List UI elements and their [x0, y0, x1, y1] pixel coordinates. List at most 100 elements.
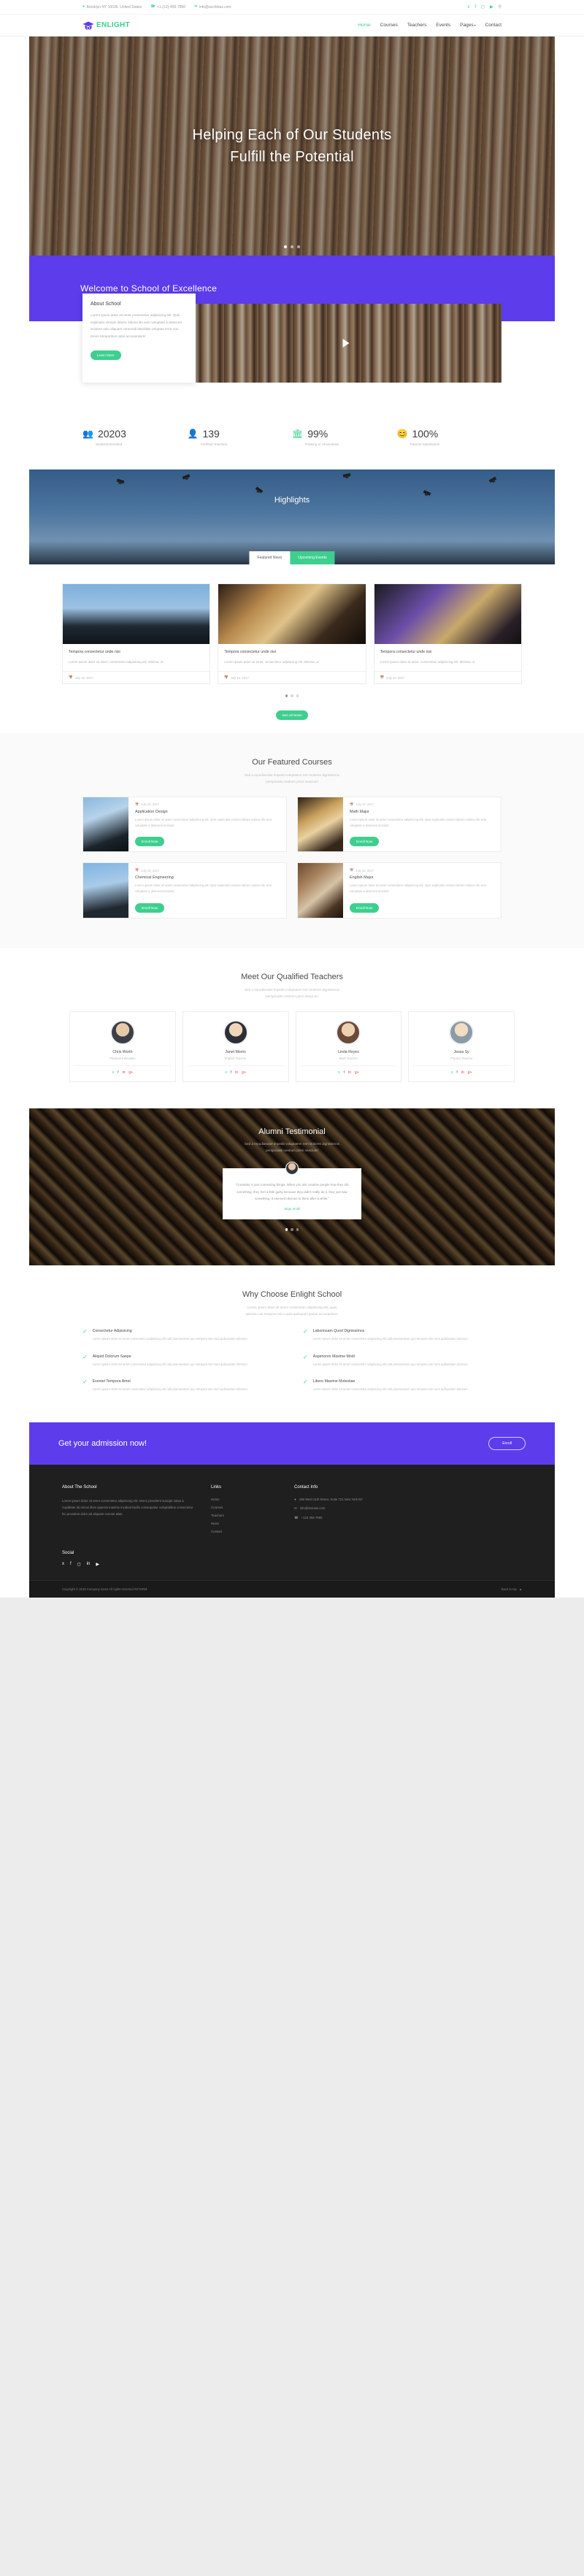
nav-item-events[interactable]: Events	[436, 23, 450, 28]
news-thumbnail	[63, 584, 210, 644]
nav-item-courses[interactable]: Courses	[380, 23, 398, 28]
brand-logo[interactable]: ENLIGHT	[82, 20, 130, 31]
nav-item-teachers[interactable]: Teachers	[407, 23, 426, 28]
stat-value: 99%	[307, 428, 328, 440]
course-card[interactable]: 📅 July 10, 2017 Chemical Engineering Lor…	[82, 862, 287, 919]
enroll-now-button[interactable]: Enroll Now	[135, 902, 165, 913]
course-card[interactable]: 📅 July 10, 2017 Math Major Lorem ipsum d…	[297, 796, 502, 853]
news-dot-1[interactable]	[285, 694, 288, 697]
stat-certified-teachers: 👤 139 Certified Teachers	[188, 428, 293, 446]
tab-featured-news[interactable]: Featured News	[249, 551, 291, 564]
course-card[interactable]: 📅 July 10, 2017 English Major Lorem ipsu…	[297, 862, 502, 919]
footer-about-body: Lorem ipsum dolor sit amet consectetur a…	[62, 1498, 193, 1516]
google-plus-icon[interactable]: g+	[128, 1070, 133, 1075]
footer-address-text: 198 West 21th Street, Suite 721 New York…	[299, 1497, 364, 1501]
news-dot-2[interactable]	[291, 694, 293, 697]
teacher-card[interactable]: Jessa Sy Physics Teacher x f in g+	[408, 1011, 515, 1083]
twitter-icon[interactable]: x	[467, 5, 469, 9]
testimonial-heading: Alumni Testimonial	[258, 1127, 326, 1137]
google-plus-icon[interactable]: g+	[355, 1070, 359, 1075]
testimonial-dot-1[interactable]	[285, 1228, 288, 1231]
instagram-icon[interactable]: ◻	[77, 1562, 81, 1567]
why-item-desc: Lorem ipsum dolor sit amet consectetur a…	[312, 1337, 469, 1341]
news-card[interactable]: Tempora consectetur unde nisi Lorem ipsu…	[218, 583, 366, 685]
testimonial-dot-2[interactable]	[291, 1228, 293, 1231]
news-card[interactable]: Tempora consectetur unde nisi Lorem ipsu…	[373, 583, 522, 685]
about-video[interactable]	[190, 304, 502, 383]
course-title: Math Major	[350, 809, 369, 814]
footer-link-teachers[interactable]: Teachers	[211, 1514, 277, 1517]
enroll-now-button[interactable]: Enroll Now	[350, 902, 380, 913]
avatar	[223, 1020, 248, 1046]
enroll-button[interactable]: Enroll	[488, 1436, 526, 1450]
enroll-now-button[interactable]: Enroll Now	[350, 837, 380, 847]
play-icon[interactable]	[342, 339, 349, 348]
learn-more-button[interactable]: Learn More	[91, 350, 121, 360]
linkedin-icon[interactable]: in	[461, 1070, 464, 1075]
courses-sub2: perspiciatis nostrum primi nesciunt!	[266, 779, 318, 783]
see-all-news-button[interactable]: See all News	[275, 710, 309, 720]
twitter-icon[interactable]: x	[338, 1070, 340, 1075]
teacher-name: Janet Morris	[225, 1050, 246, 1055]
youtube-icon[interactable]: ▶	[490, 5, 493, 9]
top-social-group: x f ◻ ▶ ⚲	[467, 5, 502, 9]
twitter-icon[interactable]: x	[451, 1070, 453, 1075]
testimonial-sub2: perspiciatis nostrum primi nesciunt!	[266, 1149, 318, 1153]
teacher-card[interactable]: Janet Morris English Teacher x f in g+	[182, 1011, 289, 1083]
teacher-card[interactable]: Chris Worth Physical Education x f in g+	[69, 1011, 176, 1083]
news-dot-3[interactable]	[296, 694, 299, 697]
news-date: July 10, 2017	[74, 675, 93, 680]
news-card[interactable]: Tempora consectetur unde nisi Lorem ipsu…	[62, 583, 211, 685]
why-item-title: Laboriosam Quod Dignissimos	[312, 1329, 365, 1334]
footer-link-contact[interactable]: Contact	[211, 1530, 277, 1533]
testimonial-quote: "Creativity is just connecting things. W…	[235, 1183, 349, 1200]
nav-item-contact[interactable]: Contact	[485, 23, 502, 28]
youtube-icon[interactable]: ▶	[96, 1562, 99, 1567]
nav-item-home[interactable]: Home	[358, 23, 370, 28]
hero-slider[interactable]: Helping Each of Our Students Fulfill the…	[29, 37, 555, 256]
grad-cap-decor-icon	[488, 476, 497, 483]
footer-contact-email[interactable]: ✉ info@domain.com	[294, 1506, 522, 1511]
facebook-icon[interactable]: f	[456, 1070, 457, 1075]
linkedin-icon[interactable]: in	[348, 1070, 351, 1075]
teacher-card[interactable]: Linda Reyes Math Teacher x f in g+	[295, 1011, 402, 1083]
avatar	[449, 1020, 474, 1046]
back-to-top-link[interactable]: Back to top ▲	[502, 1587, 522, 1591]
footer-contact-phone[interactable]: ☎ +123 456 7890	[294, 1516, 522, 1520]
linkedin-icon[interactable]: in	[123, 1070, 126, 1075]
linkedin-icon[interactable]: in	[235, 1070, 238, 1075]
nav-item-pages[interactable]: Pages▾	[460, 23, 475, 28]
search-icon[interactable]: ⚲	[499, 5, 502, 9]
google-plus-icon[interactable]: g+	[242, 1070, 246, 1075]
facebook-icon[interactable]: f	[344, 1070, 345, 1075]
hero-slider-dots[interactable]	[29, 245, 555, 248]
facebook-icon[interactable]: f	[474, 5, 476, 9]
twitter-icon[interactable]: x	[112, 1070, 115, 1075]
instagram-icon[interactable]: ◻	[481, 5, 485, 9]
why-heading: Why Choose Enlight School	[242, 1290, 342, 1300]
twitter-icon[interactable]: x	[62, 1562, 64, 1567]
footer-link-home[interactable]: Home	[211, 1498, 277, 1501]
linkedin-icon[interactable]: in	[87, 1562, 91, 1567]
hero-dot-3[interactable]	[297, 245, 300, 248]
twitter-icon[interactable]: x	[225, 1070, 227, 1075]
enroll-now-button[interactable]: Enroll Now	[135, 837, 165, 847]
google-plus-icon[interactable]: g+	[468, 1070, 472, 1075]
hero-dot-1[interactable]	[284, 245, 287, 248]
site-footer: About The School Lorem ipsum dolor sit a…	[29, 1464, 555, 1551]
top-info-bar: ● Brooklyn NY 10036, United States ☎ +1-…	[0, 0, 584, 15]
hero-dot-2[interactable]	[291, 245, 293, 248]
footer-link-courses[interactable]: Courses	[211, 1506, 277, 1509]
top-email[interactable]: ✉ info@acchinaz.com	[194, 5, 231, 9]
footer-link-news[interactable]: News	[211, 1522, 277, 1525]
testimonial-dots[interactable]	[285, 1228, 299, 1231]
news-carousel-dots[interactable]	[0, 684, 584, 697]
top-phone[interactable]: ☎ +1-(12)-456-7890	[150, 5, 185, 9]
tab-upcoming-events[interactable]: Upcoming Events	[290, 551, 335, 564]
why-heading-block: Why Choose Enlight School Lorem ipsum do…	[0, 1265, 584, 1329]
facebook-icon[interactable]: f	[70, 1562, 72, 1567]
course-card[interactable]: 📅 July 10, 2017 Application Design Lorem…	[82, 796, 287, 853]
testimonial-dot-3[interactable]	[296, 1228, 299, 1231]
envelope-icon: ✉	[194, 4, 198, 9]
testimonial-sub: Sed a repudiandae impedit voluptatem rem…	[245, 1141, 339, 1154]
